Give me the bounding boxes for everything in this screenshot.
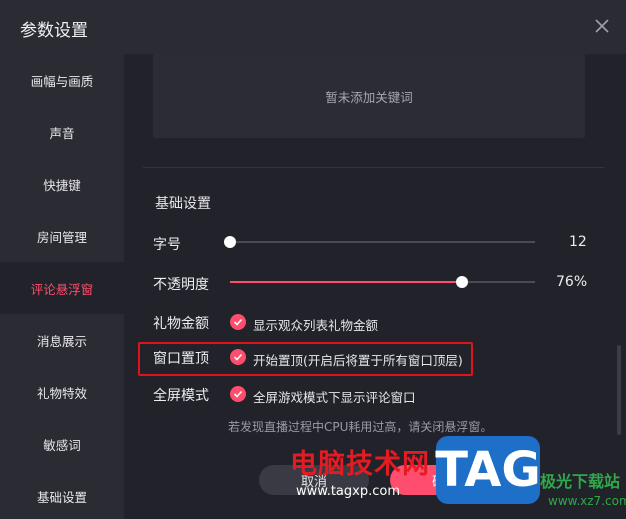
cpu-hint: 若发现直播过程中CPU耗用过高，请关闭悬浮窗。 xyxy=(228,420,493,434)
close-icon[interactable] xyxy=(590,14,614,38)
fullscreen-option: 全屏游戏模式下显示评论窗口 xyxy=(253,390,416,405)
sidebar-item-shortcuts[interactable]: 快捷键 xyxy=(0,158,124,210)
sidebar-item-gift-effects[interactable]: 礼物特效 xyxy=(0,366,124,418)
sidebar-item-label: 礼物特效 xyxy=(36,385,87,401)
sidebar-item-label: 基础设置 xyxy=(36,489,87,505)
sidebar-item-picture-quality[interactable]: 画幅与画质 xyxy=(0,54,124,106)
cancel-button[interactable]: 取消 xyxy=(259,465,369,495)
sidebar-item-message-display[interactable]: 消息展示 xyxy=(0,314,124,366)
scrollbar[interactable] xyxy=(617,345,621,435)
font-size-slider-track[interactable] xyxy=(230,241,535,243)
font-size-value: 12 xyxy=(569,234,587,250)
fullscreen-label: 全屏模式 xyxy=(153,388,209,404)
font-size-slider-thumb[interactable] xyxy=(224,236,236,248)
opacity-slider-fill xyxy=(230,281,462,283)
main-panel: 暂未添加关键词 基础设置 字号 12 不透明度 76% 礼物金额 显示观众列表礼… xyxy=(124,54,626,519)
check-icon xyxy=(233,318,243,326)
divider xyxy=(143,167,604,168)
opacity-value: 76% xyxy=(556,274,588,290)
gift-amount-label: 礼物金额 xyxy=(153,316,209,332)
cancel-button-label: 取消 xyxy=(300,474,327,490)
sidebar-item-label: 房间管理 xyxy=(36,229,87,245)
section-title: 基础设置 xyxy=(155,196,211,212)
sidebar-item-comment-float[interactable]: 评论悬浮窗 xyxy=(0,262,124,314)
sidebar-item-label: 敏感词 xyxy=(43,437,81,453)
keyword-empty-text: 暂未添加关键词 xyxy=(325,89,413,105)
sidebar-item-label: 画幅与画质 xyxy=(30,73,94,89)
font-size-label: 字号 xyxy=(153,237,181,253)
sidebar-item-sensitive-words[interactable]: 敏感词 xyxy=(0,418,124,470)
fullscreen-checkbox[interactable] xyxy=(230,386,246,402)
opacity-slider-thumb[interactable] xyxy=(455,276,468,288)
sidebar-item-basic-settings[interactable]: 基础设置 xyxy=(0,470,124,519)
title-bar: 参数设置 xyxy=(0,0,626,54)
opacity-label: 不透明度 xyxy=(153,277,209,293)
ok-button-label: 确定 xyxy=(431,474,458,490)
gift-amount-checkbox[interactable] xyxy=(230,314,246,330)
window-title: 参数设置 xyxy=(20,21,88,41)
sidebar-item-label: 快捷键 xyxy=(43,177,81,193)
highlight-box xyxy=(138,342,473,376)
sidebar-item-label: 评论悬浮窗 xyxy=(30,281,94,297)
sidebar-item-room-management[interactable]: 房间管理 xyxy=(0,210,124,262)
sidebar-item-label: 声音 xyxy=(49,125,75,141)
keyword-list: 暂未添加关键词 xyxy=(153,54,585,138)
gift-amount-option: 显示观众列表礼物金额 xyxy=(253,318,379,333)
check-icon xyxy=(233,390,243,398)
ok-button[interactable]: 确定 xyxy=(390,465,500,495)
sidebar-item-sound[interactable]: 声音 xyxy=(0,106,124,158)
sidebar: 画幅与画质 声音 快捷键 房间管理 评论悬浮窗 消息展示 礼物特效 敏感词 基础… xyxy=(0,54,124,519)
sidebar-item-label: 消息展示 xyxy=(36,333,87,349)
